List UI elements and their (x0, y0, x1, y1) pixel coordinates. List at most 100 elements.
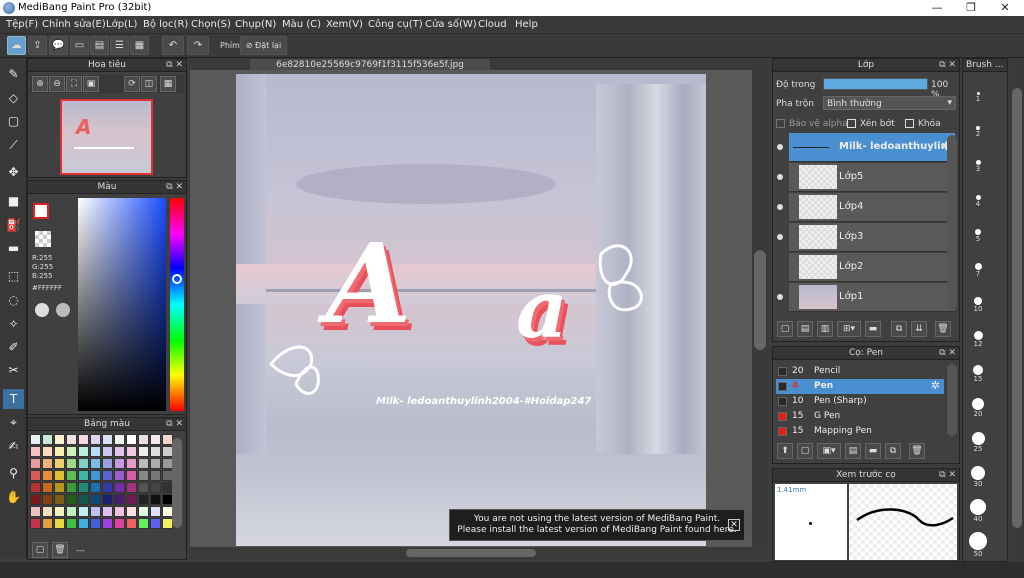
palette-swatch[interactable] (66, 470, 77, 481)
zoom-out-icon[interactable]: ⊖ (49, 76, 65, 92)
palette-swatch[interactable] (150, 482, 161, 493)
palette-swatch[interactable] (78, 494, 89, 505)
palette-swatch[interactable] (138, 458, 149, 469)
palette-swatch[interactable] (54, 506, 65, 517)
palette-swatch[interactable] (66, 506, 77, 517)
palette-swatch[interactable] (150, 434, 161, 445)
layer-row[interactable]: Lớp5 (777, 163, 955, 192)
palette-swatch[interactable] (90, 494, 101, 505)
palette-swatch[interactable] (30, 506, 41, 517)
palette-swatch[interactable] (66, 434, 77, 445)
palette-swatch[interactable] (54, 518, 65, 529)
brush-size-cell[interactable]: 3 (967, 145, 989, 173)
menu-window[interactable]: Cửa số(W) (425, 19, 477, 30)
palette-swatch[interactable] (78, 458, 89, 469)
clipping-checkbox[interactable] (847, 119, 856, 128)
eye-icon[interactable] (777, 144, 783, 150)
palette-swatch[interactable] (126, 434, 137, 445)
eye-icon[interactable] (777, 234, 783, 240)
color-saturation-box[interactable] (78, 198, 166, 411)
palette-swatch[interactable] (114, 482, 125, 493)
brush-row[interactable]: 10 Pen (Sharp) (776, 394, 944, 409)
eye-icon[interactable] (777, 204, 783, 210)
palette-swatch[interactable] (66, 446, 77, 457)
palette-swatch[interactable] (90, 458, 101, 469)
palette-swatch[interactable] (42, 506, 53, 517)
palette-swatch[interactable] (138, 518, 149, 529)
palette-swatch[interactable] (78, 482, 89, 493)
comment-icon[interactable]: 💬 (49, 36, 68, 55)
palette-swatch[interactable] (114, 506, 125, 517)
select-rect-tool-icon[interactable]: ⬚ (3, 266, 24, 286)
rotate-icon[interactable]: ⟳ (124, 76, 140, 92)
protect-alpha-checkbox[interactable] (776, 119, 785, 128)
operation-tool-icon[interactable]: ⌖ (3, 412, 24, 432)
brush-size-cell[interactable]: 20 (967, 390, 989, 418)
gear-icon[interactable]: ✲ (931, 379, 940, 392)
palette-swatch[interactable] (90, 506, 101, 517)
canvas-vertical-scrollbar[interactable] (752, 70, 768, 548)
brush-menu-icon[interactable]: ▣▾ (817, 443, 841, 459)
redo-icon[interactable]: ↷ (187, 36, 209, 55)
fill-rect-tool-icon[interactable]: ■ (3, 191, 24, 211)
layer-row[interactable]: Lớp4 (777, 193, 955, 222)
flip-icon[interactable]: ◫ (141, 76, 157, 92)
palette-swatch[interactable] (30, 446, 41, 457)
duplicate-icon[interactable]: ⧉ (891, 321, 907, 337)
palette-swatch[interactable] (30, 434, 41, 445)
palette-swatch[interactable] (150, 446, 161, 457)
brush-size-cell[interactable]: 50 (967, 530, 989, 558)
palette-swatch[interactable] (126, 506, 137, 517)
opacity-slider[interactable] (823, 78, 928, 90)
palette-swatch[interactable] (114, 458, 125, 469)
document-icon[interactable]: ▤ (90, 36, 109, 55)
panel-close-icon[interactable]: ⧉ ✕ (939, 347, 956, 360)
minimize-icon[interactable]: — (920, 0, 954, 16)
palette-swatch[interactable] (126, 494, 137, 505)
brush-size-cell[interactable]: 2 (967, 110, 989, 138)
notification-close-icon[interactable]: ✕ (728, 519, 740, 531)
layer-row[interactable]: Lớp1 (777, 283, 955, 312)
maximize-icon[interactable]: ❐ (954, 0, 988, 16)
brush-size-cell[interactable]: 12 (967, 320, 989, 348)
palette-swatch[interactable] (102, 434, 113, 445)
palette-swatch[interactable] (114, 446, 125, 457)
new-halftone-layer-icon[interactable]: ▤ (797, 321, 813, 337)
panel-close-icon[interactable]: ⧉ ✕ (939, 469, 956, 482)
palette-swatch[interactable] (138, 434, 149, 445)
blend-select[interactable]: Bình thường ▾ (823, 96, 956, 110)
fit-icon[interactable]: ⛶ (66, 76, 82, 92)
palette-swatch[interactable] (150, 506, 161, 517)
palette-swatch[interactable] (126, 518, 137, 529)
palette-swatch[interactable] (54, 470, 65, 481)
palette-delete-icon[interactable]: 🗑 (52, 542, 68, 558)
update-notification[interactable]: You are not using the latest version of … (449, 509, 745, 541)
transparent-swatch[interactable] (35, 231, 51, 247)
brush-row[interactable]: 15 G Pen (776, 409, 944, 424)
palette-swatch[interactable] (114, 470, 125, 481)
menu-layer[interactable]: Lớp(L) (106, 19, 137, 30)
palette-swatch[interactable] (30, 518, 41, 529)
palette-swatch[interactable] (78, 434, 89, 445)
menu-file[interactable]: Tệp(F) (6, 19, 38, 30)
vertical-scroll-thumb[interactable] (754, 250, 766, 350)
palette-swatch[interactable] (90, 518, 101, 529)
palette-swatch[interactable] (42, 434, 53, 445)
select-pen-tool-icon[interactable]: ✐ (3, 337, 24, 357)
delete-layer-icon[interactable]: 🗑 (935, 321, 951, 337)
line-tool-icon[interactable]: ⟋ (3, 135, 24, 155)
shape-tool-icon[interactable]: ▢ (3, 111, 24, 131)
panel-close-icon[interactable]: ⧉ ✕ (166, 59, 183, 72)
primary-color-swatch[interactable] (33, 203, 49, 219)
add-brush-icon[interactable]: ⬆ (777, 443, 793, 459)
brush-size-cell[interactable]: 40 (967, 495, 989, 523)
palette-swatch[interactable] (78, 470, 89, 481)
palette-swatch[interactable] (78, 506, 89, 517)
palette-swatch[interactable] (126, 482, 137, 493)
palette-swatch[interactable] (102, 470, 113, 481)
horizontal-scroll-thumb[interactable] (406, 549, 536, 557)
palette-swatch[interactable] (42, 494, 53, 505)
brush-scrollbar[interactable] (947, 364, 957, 436)
palette-swatch[interactable] (30, 470, 41, 481)
hand-tool-icon[interactable]: ✋ (3, 487, 24, 507)
